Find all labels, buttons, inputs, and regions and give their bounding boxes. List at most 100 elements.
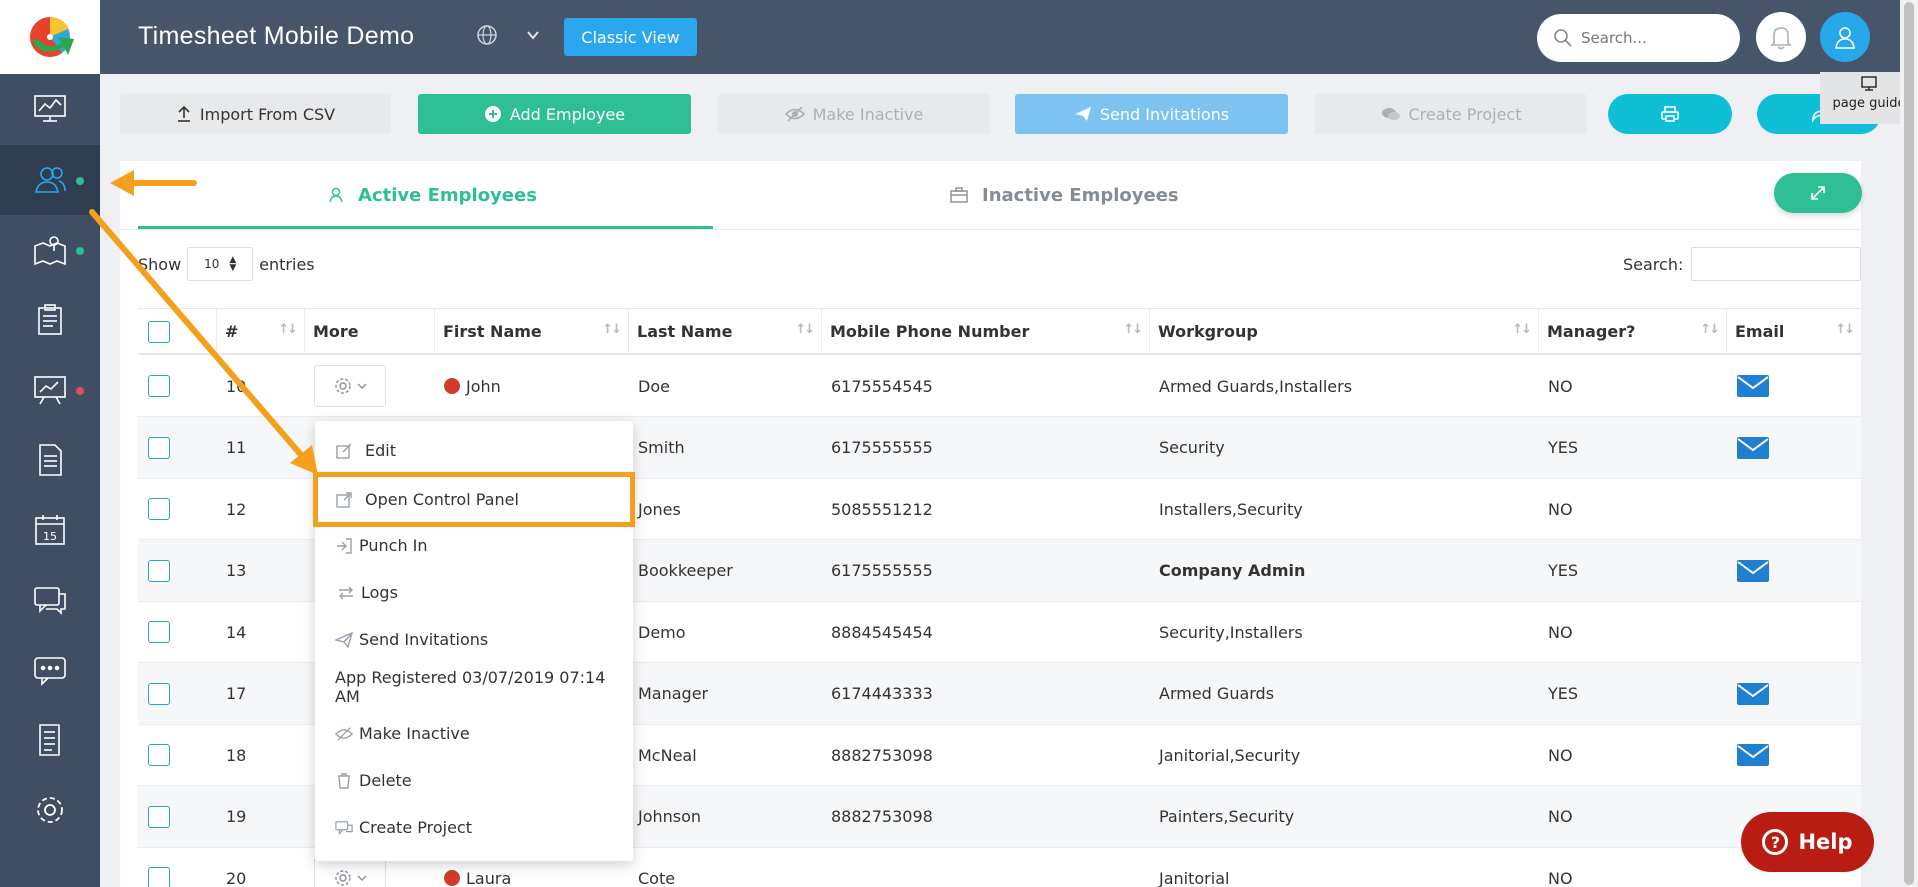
sidebar-item-reports[interactable] [0, 355, 100, 425]
global-search-input[interactable] [1581, 29, 1721, 47]
page-scrollbar[interactable] [1900, 0, 1918, 887]
row-checkbox[interactable] [148, 805, 170, 828]
sort-icon: ↑↓ [278, 322, 298, 337]
chevron-down-icon[interactable] [526, 28, 540, 42]
help-button[interactable]: ? Help [1741, 812, 1874, 872]
cell-manager: YES [1548, 540, 1578, 602]
envelope-icon[interactable] [1736, 436, 1770, 460]
col-phone[interactable]: Mobile Phone Number ↑↓ [821, 309, 1149, 354]
menu-item-delete[interactable]: Delete [315, 757, 633, 804]
cell-workgroup: Company Admin [1159, 540, 1305, 602]
gear-icon [335, 378, 351, 394]
row-checkbox[interactable] [148, 744, 170, 766]
col-first-name-label: First Name [443, 322, 542, 341]
row-checkbox[interactable] [148, 498, 170, 520]
more-actions-button[interactable] [314, 365, 386, 407]
chevron-down-icon [357, 383, 367, 389]
col-manager[interactable]: Manager? ↑↓ [1538, 309, 1726, 354]
cell-num-text: 12 [226, 499, 247, 519]
menu-item-send-invitations[interactable]: Send Invitations [315, 616, 633, 663]
status-dot [76, 247, 84, 255]
row-checkbox[interactable] [148, 559, 170, 582]
classic-view-button[interactable]: Classic View [564, 18, 697, 56]
col-workgroup[interactable]: Workgroup ↑↓ [1149, 309, 1538, 354]
envelope-icon[interactable] [1736, 559, 1770, 583]
cell-num-text: 19 [226, 807, 247, 826]
sidebar-item-map[interactable] [0, 215, 100, 285]
menu-item-punch-in[interactable]: Punch In [315, 522, 633, 569]
import-csv-button[interactable]: Import From CSV [120, 94, 391, 134]
cell-workgroup: Armed Guards,Installers [1159, 355, 1352, 417]
tab-active-label: Active Employees [358, 184, 537, 206]
chat-bubbles-icon [34, 587, 66, 615]
more-actions-button[interactable] [314, 857, 386, 887]
table-row[interactable]: 10 John Doe 6175554545 Armed Guards,Installe… [138, 355, 1861, 417]
create-project-button[interactable]: Create Project [1315, 94, 1587, 134]
col-last-name-label: Last Name [637, 322, 733, 341]
make-inactive-button[interactable]: Make Inactive [718, 94, 990, 134]
exchange-icon [339, 586, 353, 599]
row-checkbox[interactable] [148, 436, 170, 459]
sidebar-item-calendar[interactable]: 15 [0, 495, 100, 565]
cell-last-text: Doe [638, 376, 670, 396]
col-first-name[interactable]: First Name ↑↓ [434, 309, 628, 354]
menu-item-open-control-panel[interactable]: Open Control Panel [313, 472, 635, 527]
cell-first-text: Laura [466, 868, 512, 887]
send-invitations-button[interactable]: Send Invitations [1015, 94, 1288, 134]
menu-item-edit[interactable]: Edit [315, 427, 633, 474]
screen-icon [1861, 76, 1877, 91]
cell-last-text: Bookkeeper [638, 561, 733, 580]
sidebar-item-documents[interactable] [0, 425, 100, 495]
cell-phone: 8884545454 [831, 601, 933, 663]
notifications-button[interactable] [1756, 12, 1806, 62]
app-logo[interactable] [0, 0, 100, 74]
cell-num: 19 [226, 786, 246, 848]
sidebar-item-notes[interactable] [0, 705, 100, 775]
global-search[interactable] [1537, 14, 1740, 62]
entries-select[interactable]: 10 ▲ ▼ [187, 247, 254, 281]
col-last-name[interactable]: Last Name ↑↓ [628, 309, 821, 354]
cell-manager: NO [1548, 786, 1573, 848]
cell-num-text: 11 [226, 438, 247, 457]
envelope-icon[interactable] [1736, 682, 1770, 706]
cell-last: Jones [638, 478, 681, 540]
row-checkbox[interactable] [148, 375, 170, 397]
sidebar-item-timesheets[interactable] [0, 285, 100, 355]
cell-num: 12 [226, 478, 246, 540]
expand-button[interactable] [1774, 173, 1862, 213]
cell-phone: 6175555555 [831, 540, 933, 602]
table-search-input[interactable] [1691, 247, 1862, 281]
sidebar-item-employees[interactable] [0, 145, 100, 215]
sidebar-item-dashboard[interactable] [0, 74, 100, 144]
user-menu-button[interactable] [1820, 12, 1870, 62]
menu-item-make-inactive[interactable]: Make Inactive [315, 710, 633, 757]
col-email[interactable]: Email ↑↓ [1726, 309, 1861, 354]
globe-icon[interactable] [476, 24, 498, 46]
upload-icon [177, 105, 190, 122]
select-all-checkbox[interactable] [148, 320, 170, 343]
status-dot [444, 378, 460, 394]
envelope-icon[interactable] [1736, 374, 1770, 398]
cell-phone: 6175555555 [831, 417, 933, 479]
envelope-icon[interactable] [1736, 743, 1770, 767]
sidebar-item-chat[interactable] [0, 635, 100, 705]
cell-first-text: John [466, 376, 501, 396]
print-button[interactable] [1608, 94, 1732, 134]
menu-item-create-project[interactable]: Create Project [315, 804, 633, 851]
col-number[interactable]: # ↑↓ [216, 309, 304, 354]
menu-item-logs[interactable]: Logs [315, 569, 633, 616]
cell-phone: 8882753098 [831, 724, 933, 786]
col-number-label: # [225, 322, 239, 341]
scrollbar-thumb[interactable] [1904, 2, 1914, 885]
row-checkbox[interactable] [148, 682, 170, 705]
tab-active-employees[interactable]: Active Employees [328, 161, 537, 229]
sidebar-item-messages[interactable] [0, 565, 100, 635]
row-checkbox[interactable] [148, 621, 170, 643]
tab-inactive-employees[interactable]: Inactive Employees [950, 161, 1179, 229]
cell-manager-text: NO [1548, 807, 1573, 826]
cell-manager-text: NO [1548, 868, 1573, 887]
sidebar-item-settings[interactable] [0, 775, 100, 845]
cell-email [1736, 417, 1770, 479]
add-employee-button[interactable]: Add Employee [418, 94, 691, 134]
row-checkbox[interactable] [148, 867, 170, 887]
